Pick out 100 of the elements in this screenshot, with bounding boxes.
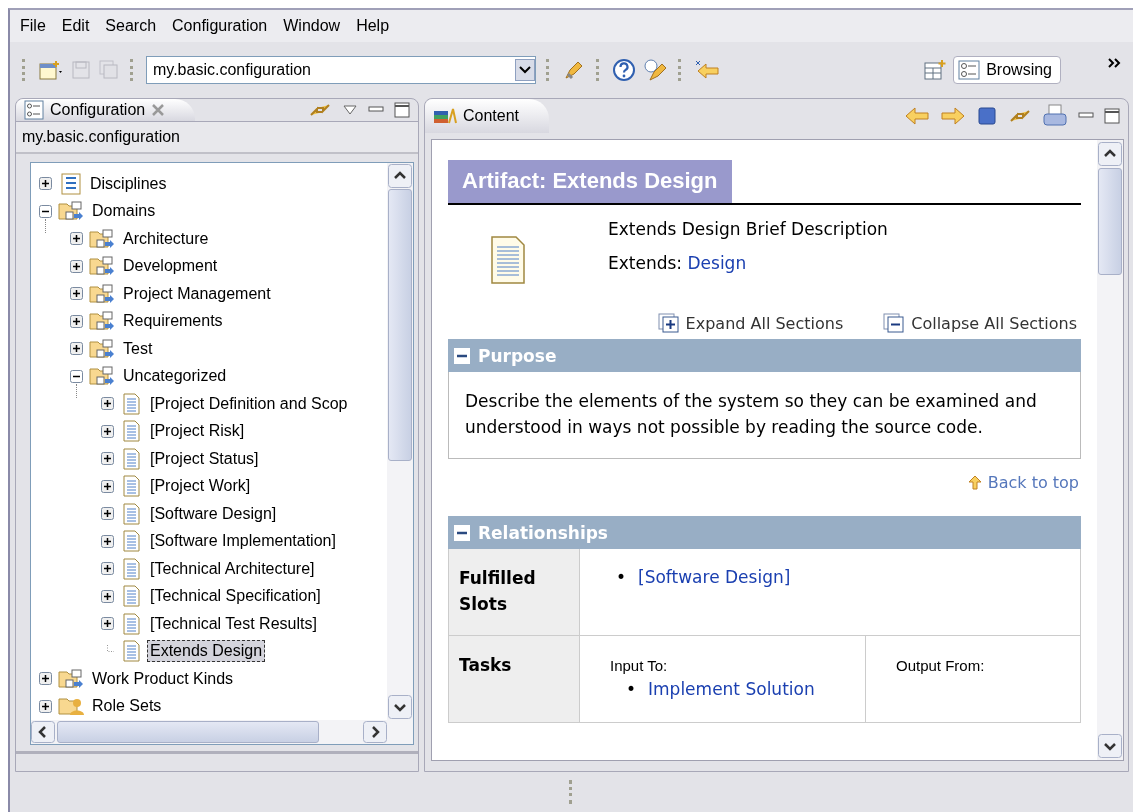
expander-icon[interactable] xyxy=(101,397,114,411)
extends-link[interactable]: Design xyxy=(687,253,747,273)
scroll-right-icon[interactable] xyxy=(363,721,387,743)
expander-icon[interactable] xyxy=(70,287,83,301)
relationship-link[interactable]: [Software Design] xyxy=(638,567,791,587)
view-tab[interactable]: Content xyxy=(425,99,550,133)
expander-icon[interactable] xyxy=(101,589,114,603)
document-icon xyxy=(120,392,142,415)
scroll-up-icon[interactable] xyxy=(388,164,412,188)
close-icon[interactable] xyxy=(151,103,166,117)
help-icon[interactable] xyxy=(612,58,636,82)
document-icon xyxy=(488,235,528,285)
folder-icon xyxy=(58,200,84,223)
tree-item[interactable]: Work Product Kinds xyxy=(89,667,237,690)
section-toggle-icon[interactable] xyxy=(454,524,470,541)
menu-item[interactable]: Configuration xyxy=(172,17,268,35)
tree-item[interactable]: [Software Implementation] xyxy=(147,530,339,553)
expander-icon[interactable] xyxy=(101,534,114,548)
table-header-cell: Fulfilled Slots xyxy=(449,549,580,635)
folder-icon xyxy=(89,255,115,278)
document-icon xyxy=(120,447,142,470)
scroll-thumb[interactable] xyxy=(57,721,319,743)
menu-item[interactable]: Help xyxy=(356,17,390,35)
expander-icon[interactable] xyxy=(70,342,83,356)
expander-icon[interactable] xyxy=(39,672,52,686)
dropdown-icon[interactable] xyxy=(515,59,535,81)
expander-icon[interactable] xyxy=(39,699,52,713)
tree-item[interactable]: Disciplines xyxy=(87,172,170,195)
menu-item[interactable]: Window xyxy=(283,17,341,35)
maximize-icon[interactable] xyxy=(1104,108,1120,124)
menu-item[interactable]: Search xyxy=(105,17,157,35)
expander-icon[interactable] xyxy=(101,617,114,631)
new-file-icon[interactable] xyxy=(38,59,64,81)
tree-item[interactable]: Development xyxy=(120,255,221,278)
expander-icon[interactable] xyxy=(101,452,114,466)
print-icon[interactable] xyxy=(1042,104,1068,128)
output-label: Output From: xyxy=(896,657,985,674)
tree-item[interactable]: [Software Design] xyxy=(147,502,280,525)
books-icon xyxy=(433,107,457,125)
folder-icon xyxy=(89,337,115,360)
section-toggle-icon[interactable] xyxy=(454,347,470,364)
maximize-icon[interactable] xyxy=(394,102,410,118)
menu-item[interactable]: File xyxy=(20,17,46,35)
open-perspective-icon[interactable] xyxy=(923,59,948,81)
tree-item[interactable]: Requirements xyxy=(120,310,226,333)
back-to-top-link[interactable]: Back to top xyxy=(987,473,1079,492)
folder-icon xyxy=(89,227,115,250)
configuration-combo[interactable]: my.basic.configuration xyxy=(146,56,536,84)
scroll-left-icon[interactable] xyxy=(31,721,55,743)
tree-item[interactable]: Uncategorized xyxy=(120,365,230,388)
expander-icon[interactable] xyxy=(70,369,83,383)
collapse-icon[interactable] xyxy=(883,313,906,333)
stop-icon[interactable] xyxy=(976,105,998,127)
expand-all-link[interactable]: Expand All Sections xyxy=(685,313,844,333)
expander-icon[interactable] xyxy=(101,507,114,521)
tree-item[interactable]: Domains xyxy=(89,200,159,223)
bullet: • xyxy=(616,567,627,587)
discipline-icon xyxy=(58,172,82,195)
perspective-button[interactable]: Browsing xyxy=(953,56,1061,84)
tree-item[interactable]: Project Management xyxy=(120,282,274,305)
scroll-down-icon[interactable] xyxy=(388,695,412,719)
collapse-all-link[interactable]: Collapse All Sections xyxy=(911,313,1077,333)
bullet: • xyxy=(626,679,637,699)
folder-icon xyxy=(89,310,115,333)
view-tab[interactable]: Configuration xyxy=(16,99,196,121)
expander-icon[interactable] xyxy=(39,177,52,191)
tree-item[interactable]: [Project Risk] xyxy=(147,420,248,443)
document-icon xyxy=(120,557,142,580)
section-text: Describe the elements of the system so they can be examined and understood in ways not possible by reading the source code. xyxy=(465,391,1037,437)
tree-item[interactable]: [Technical Architecture] xyxy=(147,557,318,580)
expander-icon[interactable] xyxy=(101,479,114,493)
scroll-down-icon[interactable] xyxy=(1098,734,1122,758)
expander-icon[interactable] xyxy=(101,562,114,576)
tree-item[interactable]: [Project Work] xyxy=(147,475,254,498)
chevron-icon[interactable] xyxy=(1107,56,1123,70)
document-icon xyxy=(120,612,142,635)
tree-item[interactable]: Architecture xyxy=(120,227,212,250)
tree-item[interactable]: [Technical Specification] xyxy=(147,585,324,608)
relationship-link[interactable]: Implement Solution xyxy=(648,679,815,699)
scroll-up-icon[interactable] xyxy=(1098,142,1122,166)
document-icon xyxy=(120,530,142,553)
tree-item[interactable]: [Technical Test Results] xyxy=(147,612,320,635)
view-menu-icon[interactable] xyxy=(342,104,358,116)
tree-item[interactable]: [Project Status] xyxy=(147,447,262,470)
scroll-thumb[interactable] xyxy=(1098,168,1122,275)
up-arrow-icon[interactable] xyxy=(967,474,982,491)
folder-icon xyxy=(89,282,115,305)
expand-icon[interactable] xyxy=(657,313,680,333)
expander-icon[interactable] xyxy=(39,204,52,218)
expander-icon[interactable] xyxy=(70,314,83,328)
expander-icon[interactable] xyxy=(70,232,83,246)
menu-item[interactable]: Edit xyxy=(61,17,90,35)
help-pen-icon[interactable] xyxy=(642,58,668,82)
scroll-thumb[interactable] xyxy=(388,189,412,461)
tree-item[interactable]: [Project Definition and Scop xyxy=(147,392,351,415)
tree-item[interactable]: Role Sets xyxy=(89,695,165,718)
tree-item[interactable]: Extends Design xyxy=(147,640,266,663)
expander-icon[interactable] xyxy=(101,424,114,438)
expander-icon[interactable] xyxy=(70,259,83,273)
tree-item[interactable]: Test xyxy=(120,337,156,360)
